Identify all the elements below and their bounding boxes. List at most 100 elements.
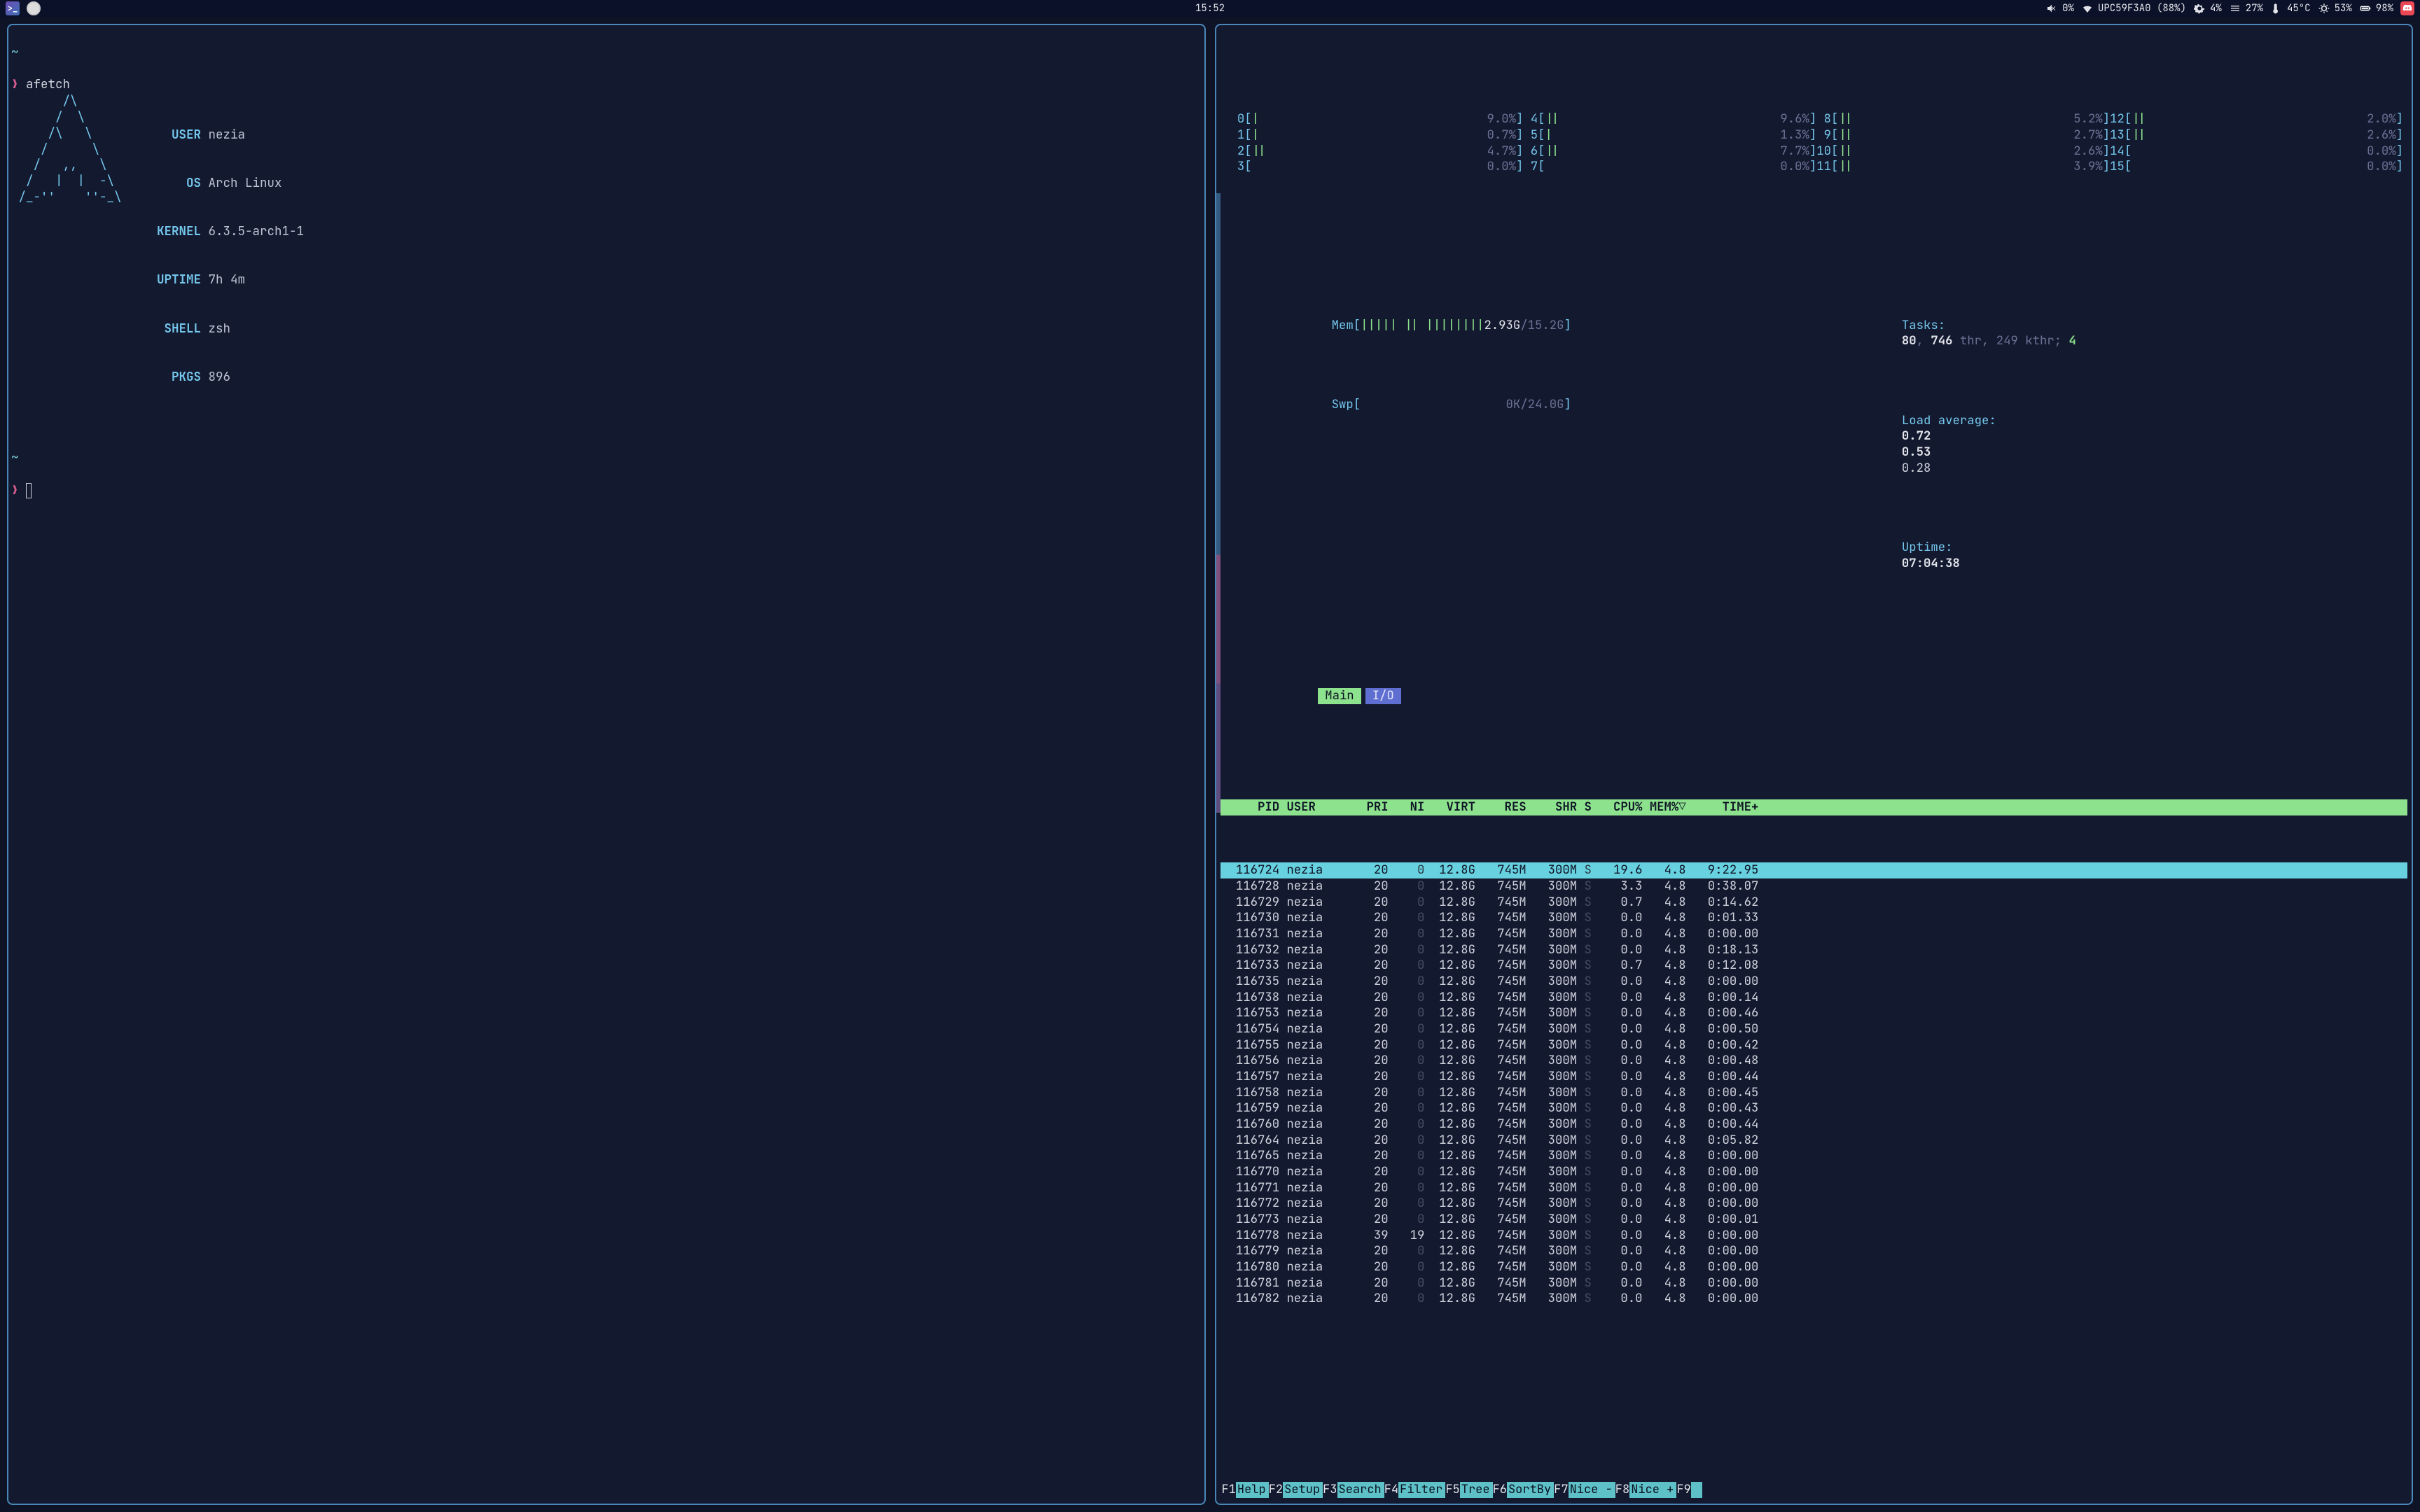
process-row[interactable]: 116771nezia20012.8G745M300MS0.04.80:00.0… bbox=[1221, 1180, 2408, 1196]
process-row[interactable]: 116729nezia20012.8G745M300MS0.74.80:14.6… bbox=[1221, 895, 2408, 911]
uptime-line: Uptime: 07:04:38 bbox=[1800, 524, 2403, 587]
battery-indicator[interactable]: 98% bbox=[2359, 2, 2393, 15]
footer-key[interactable]: F7Nice - bbox=[1554, 1482, 1615, 1498]
process-row[interactable]: 116770nezia20012.8G745M300MS0.04.80:00.0… bbox=[1221, 1164, 2408, 1180]
col-pri[interactable]: PRI bbox=[1344, 799, 1388, 816]
load-1: 0.72 bbox=[1902, 428, 1931, 444]
battery-icon bbox=[2359, 2, 2372, 15]
temp-value: 45°C bbox=[2287, 2, 2311, 15]
afetch-value-uptime: 7h 4m bbox=[208, 272, 245, 288]
discord-tray-icon[interactable] bbox=[2400, 1, 2414, 15]
process-row[interactable]: 116724nezia20012.8G745M300MS19.64.89:22.… bbox=[1221, 862, 2408, 878]
menu-indicator[interactable]: 27% bbox=[2229, 2, 2263, 15]
brightness-value: 53% bbox=[2335, 2, 2352, 15]
process-row[interactable]: 116757nezia20012.8G745M300MS0.04.80:00.4… bbox=[1221, 1069, 2408, 1085]
swp-label: Swp bbox=[1332, 396, 1354, 412]
process-row[interactable]: 116753nezia20012.8G745M300MS0.04.80:00.4… bbox=[1221, 1005, 2408, 1021]
process-row[interactable]: 116738nezia20012.8G745M300MS0.04.80:00.1… bbox=[1221, 990, 2408, 1006]
wifi-indicator[interactable]: UPC59F3A0 (88%) bbox=[2081, 2, 2186, 15]
process-row[interactable]: 116735nezia20012.8G745M300MS0.04.80:00.0… bbox=[1221, 974, 2408, 990]
process-list[interactable]: 116724nezia20012.8G745M300MS19.64.89:22.… bbox=[1221, 862, 2408, 1306]
mem-used: 2.93G bbox=[1484, 317, 1520, 333]
clock: 15:52 bbox=[1195, 0, 1225, 17]
col-shr[interactable]: SHR bbox=[1527, 799, 1578, 816]
footer-key[interactable]: F2Setup bbox=[1269, 1482, 1323, 1498]
cursor[interactable] bbox=[26, 483, 32, 498]
htop-footer: F1HelpF2SetupF3SearchF4FilterF5TreeF6Sor… bbox=[1222, 1482, 2407, 1498]
afetch-label-pkgs: PKGS bbox=[150, 369, 201, 385]
app-icon[interactable] bbox=[27, 1, 41, 15]
process-row[interactable]: 116759nezia20012.8G745M300MS0.04.80:00.4… bbox=[1221, 1100, 2408, 1116]
terminal-app-icon[interactable]: >_ bbox=[6, 1, 20, 15]
tasks-kthr: 249 kthr bbox=[1996, 332, 2054, 349]
brightness-indicator[interactable]: 53% bbox=[2318, 2, 2352, 15]
col-virt[interactable]: VIRT bbox=[1424, 799, 1475, 816]
footer-key[interactable]: F9 bbox=[1676, 1482, 1702, 1498]
process-row[interactable]: 116756nezia20012.8G745M300MS0.04.80:00.4… bbox=[1221, 1053, 2408, 1069]
tasks-line: Tasks: 80, 746 thr, 249 kthr; 4 bbox=[1800, 302, 2403, 365]
cpu-meter: 1[|0.7%] bbox=[1230, 127, 1524, 144]
tasks-procs: 80 bbox=[1902, 332, 1917, 349]
temp-indicator[interactable]: 45°C bbox=[2270, 2, 2311, 15]
cpu-meter: 2[||4.7%] bbox=[1230, 144, 1524, 160]
cpu-meter: 5[|1.3%] bbox=[1523, 127, 1816, 144]
process-row[interactable]: 116772nezia20012.8G745M300MS0.04.80:00.0… bbox=[1221, 1196, 2408, 1212]
mem-meter: Mem[||||| || ||||||||2.93G/15.2G] bbox=[1230, 302, 1793, 349]
afetch-value-shell: zsh bbox=[208, 321, 230, 337]
footer-key[interactable]: F4Filter bbox=[1384, 1482, 1446, 1498]
afetch-value-user: nezia bbox=[208, 127, 245, 143]
mem-bar: ||||| || |||||||| bbox=[1361, 317, 1484, 333]
col-ni[interactable]: NI bbox=[1389, 799, 1425, 816]
prompt-icon: ❯ bbox=[11, 76, 26, 92]
process-row[interactable]: 116782nezia20012.8G745M300MS0.04.80:00.0… bbox=[1221, 1291, 2408, 1307]
col-res[interactable]: RES bbox=[1475, 799, 1527, 816]
footer-key[interactable]: F6SortBy bbox=[1493, 1482, 1555, 1498]
terminal-pane-left[interactable]: ~ ❯ afetch /\ / \ /\ \ / \ / ,, \ / | | … bbox=[7, 24, 1206, 1505]
tilde: ~ bbox=[11, 44, 19, 60]
volume-indicator[interactable]: 0% bbox=[2045, 2, 2074, 15]
process-row[interactable]: 116732nezia20012.8G745M300MS0.04.80:18.1… bbox=[1221, 942, 2408, 958]
process-row[interactable]: 116760nezia20012.8G745M300MS0.04.80:00.4… bbox=[1221, 1116, 2408, 1133]
battery-value: 98% bbox=[2376, 2, 2393, 15]
process-row[interactable]: 116758nezia20012.8G745M300MS0.04.80:00.4… bbox=[1221, 1085, 2408, 1101]
process-row[interactable]: 116755nezia20012.8G745M300MS0.04.80:00.4… bbox=[1221, 1037, 2408, 1054]
load-15: 0.28 bbox=[1902, 460, 1931, 476]
tab-main[interactable]: Main bbox=[1318, 688, 1361, 704]
menu-value: 27% bbox=[2246, 2, 2263, 15]
process-header[interactable]: PID USER PRI NI VIRT RES SHR S CPU% MEM%… bbox=[1221, 799, 2408, 816]
footer-key[interactable]: F8Nice + bbox=[1615, 1482, 1677, 1498]
process-row[interactable]: 116728nezia20012.8G745M300MS3.34.80:38.0… bbox=[1221, 878, 2408, 895]
cpu-meter: 7[0.0%] bbox=[1523, 159, 1816, 175]
footer-key[interactable]: F3Search bbox=[1323, 1482, 1384, 1498]
process-row[interactable]: 116754nezia20012.8G745M300MS0.04.80:00.5… bbox=[1221, 1021, 2408, 1037]
col-user[interactable]: USER bbox=[1279, 799, 1344, 816]
footer-key[interactable]: F1Help bbox=[1222, 1482, 1269, 1498]
tasks-thr: 746 bbox=[1931, 332, 1952, 349]
mem-label: Mem bbox=[1332, 317, 1354, 333]
process-row[interactable]: 116764nezia20012.8G745M300MS0.04.80:05.8… bbox=[1221, 1133, 2408, 1149]
afetch-value-kernel: 6.3.5-arch1-1 bbox=[208, 223, 304, 239]
process-row[interactable]: 116773nezia20012.8G745M300MS0.04.80:00.0… bbox=[1221, 1212, 2408, 1228]
col-mem[interactable]: MEM%▽ bbox=[1642, 799, 1685, 816]
col-s[interactable]: S bbox=[1577, 799, 1592, 816]
process-row[interactable]: 116733nezia20012.8G745M300MS0.74.80:12.0… bbox=[1221, 958, 2408, 974]
process-row[interactable]: 116778nezia391912.8G745M300MS0.04.80:00.… bbox=[1221, 1228, 2408, 1244]
afetch-label-kernel: KERNEL bbox=[150, 223, 201, 239]
col-pid[interactable]: PID bbox=[1229, 799, 1280, 816]
process-row[interactable]: 116730nezia20012.8G745M300MS0.04.80:01.3… bbox=[1221, 910, 2408, 926]
load-label: Load average: bbox=[1902, 412, 1996, 428]
terminal-pane-right[interactable]: 0[|9.0%]4[||9.6%]8[||5.2%]12[||2.0%]1[|0… bbox=[1215, 24, 2414, 1505]
footer-key[interactable]: F5Tree bbox=[1445, 1482, 1492, 1498]
afetch-value-os: Arch Linux bbox=[208, 175, 281, 191]
process-row[interactable]: 116765nezia20012.8G745M300MS0.04.80:00.0… bbox=[1221, 1148, 2408, 1164]
col-time[interactable]: TIME+ bbox=[1686, 799, 1759, 816]
htop-meters: 0[|9.0%]4[||9.6%]8[||5.2%]12[||2.0%]1[|0… bbox=[1221, 61, 2408, 751]
process-row[interactable]: 116731nezia20012.8G745M300MS0.04.80:00.0… bbox=[1221, 926, 2408, 942]
process-row[interactable]: 116779nezia20012.8G745M300MS0.04.80:00.0… bbox=[1221, 1243, 2408, 1259]
gear-indicator[interactable]: 4% bbox=[2193, 2, 2222, 15]
process-row[interactable]: 116781nezia20012.8G745M300MS0.04.80:00.0… bbox=[1221, 1275, 2408, 1292]
tab-io[interactable]: I/O bbox=[1365, 688, 1401, 704]
process-row[interactable]: 116780nezia20012.8G745M300MS0.04.80:00.0… bbox=[1221, 1259, 2408, 1275]
cpu-meter: 0[|9.0%] bbox=[1230, 111, 1524, 127]
col-cpu[interactable]: CPU% bbox=[1592, 799, 1643, 816]
